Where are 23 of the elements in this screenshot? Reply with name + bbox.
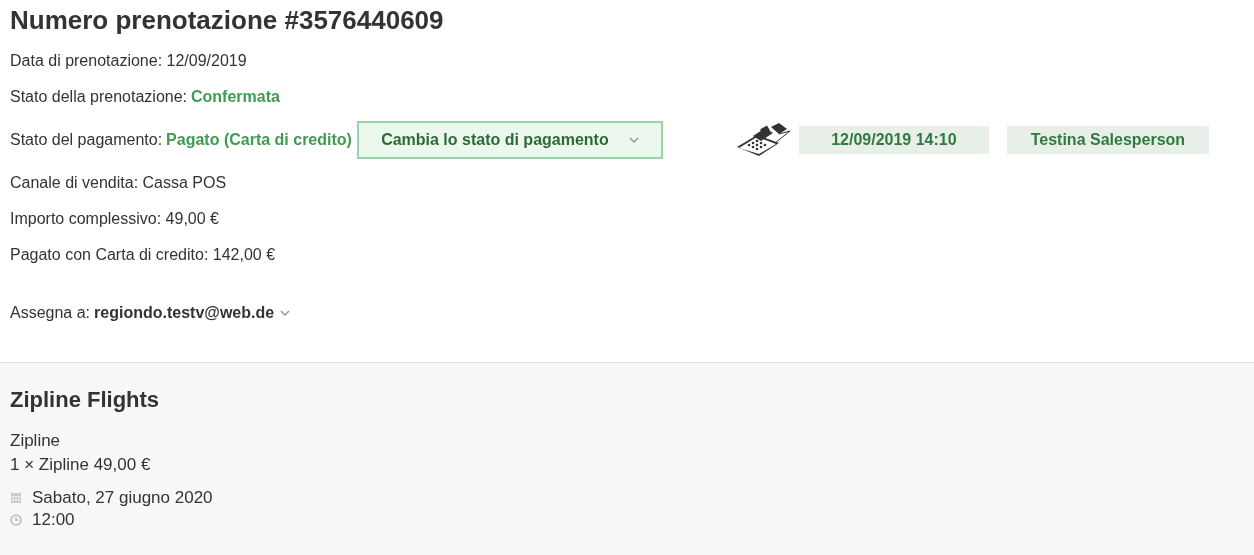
product-date: Sabato, 27 giugno 2020: [32, 487, 213, 509]
change-payment-button[interactable]: Cambia lo stato di pagamento: [356, 121, 663, 159]
assignee-dropdown[interactable]: regiondo.testv@web.de: [94, 304, 275, 322]
payment-status-label: Stato del pagamento:: [10, 131, 163, 149]
product-title: Zipline Flights: [10, 387, 161, 413]
product-name: Zipline: [10, 430, 62, 452]
clock-icon: [10, 514, 22, 526]
product-line: 1 × Zipline 49,00 €: [10, 454, 152, 476]
assign-label: Assegna a:: [10, 304, 91, 322]
booking-status-label: Stato della prenotazione:: [10, 88, 187, 106]
detail-text: Importo complessivo: 49,00 €: [10, 210, 219, 228]
booking-status: Confermata: [191, 88, 280, 106]
calendar-icon: [10, 492, 22, 504]
detail-text: Pagato con Carta di credito: 142,00 €: [10, 246, 276, 264]
product-time: 12:00: [32, 509, 75, 531]
timestamp-tag: 12/09/2019 14:10: [798, 126, 989, 154]
caret-icon: [628, 137, 639, 143]
caret-icon: [280, 310, 291, 316]
payment-status: Pagato (Carta di credito): [166, 131, 352, 149]
booking-title: Numero prenotazione #3576440609: [10, 4, 445, 36]
salesperson-tag: Testina Salesperson: [1006, 126, 1209, 154]
booking-date: Data di prenotazione: 12/09/2019: [10, 52, 247, 70]
detail-text: Canale di vendita: Cassa POS: [10, 174, 227, 192]
